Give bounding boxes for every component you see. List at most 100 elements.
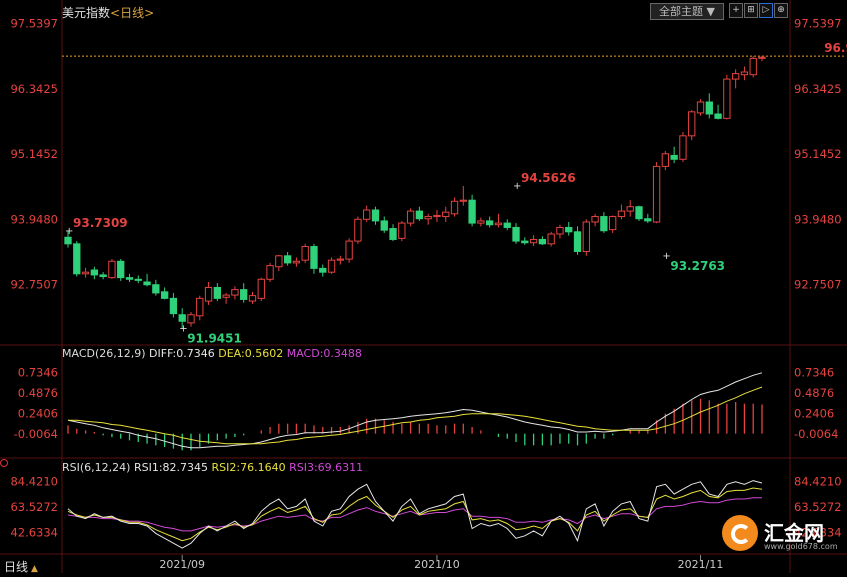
candle-down [371, 209, 380, 222]
candle-down [283, 255, 292, 264]
extreme-value-label: 91.9451 [187, 332, 242, 346]
theme-dropdown-button[interactable]: 全部主题 ▼ [650, 3, 724, 20]
chart-window: 2021/09 2021/10 2021/11 97.5397 97.5397 96.34… [0, 0, 847, 575]
candle-down [705, 101, 713, 115]
candle-up [679, 135, 687, 160]
candle-up [696, 101, 705, 114]
macd-right-tick: 0.4876 [794, 386, 834, 400]
crosshair-icon[interactable]: + [729, 3, 743, 18]
candle-down [644, 218, 652, 222]
candle-down [635, 206, 643, 220]
rsi-right-tick: 84.4210 [794, 474, 842, 488]
candle-up [556, 226, 564, 235]
candle-up [196, 297, 204, 317]
candle-up [661, 153, 670, 167]
candle-up [327, 259, 336, 273]
candle-up [354, 218, 362, 242]
candle-down [380, 220, 388, 231]
candle-up [494, 222, 503, 226]
candle-down [134, 278, 142, 281]
candle-down [64, 236, 72, 245]
candle-down [143, 281, 151, 286]
candle-up [222, 294, 230, 298]
candle-up [591, 216, 599, 223]
candle-up [740, 71, 749, 76]
candle-down [538, 238, 547, 245]
price-right-tick: 93.9480 [794, 212, 842, 226]
candle-down [319, 267, 327, 273]
scroll-right-icon[interactable]: ▷ [759, 3, 773, 18]
extreme-value-label: 96.9403 [824, 41, 847, 55]
candle-up [529, 238, 538, 244]
gold678-logo: 汇金网 www.gold678.com [722, 515, 842, 555]
candle-down [213, 286, 222, 299]
candle-up [292, 260, 301, 264]
macd-dea-value: DEA:0.5602 [218, 347, 284, 360]
candle-up [608, 216, 617, 231]
candle-up [81, 271, 90, 275]
candle-up [257, 278, 265, 299]
price-right-tick: 92.7507 [794, 278, 842, 292]
candle-down [468, 199, 476, 224]
candle-up [266, 265, 274, 280]
rsi3-line [67, 497, 762, 532]
candle-up [758, 56, 766, 59]
logo-url: www.gold678.com [764, 542, 838, 551]
macd-right-tick: 0.2406 [794, 407, 834, 421]
rsi-params: RSI(6,12,24) [62, 461, 131, 474]
rsi1-value: RSI1:82.7345 [133, 461, 209, 474]
extreme-value-label: 93.7309 [73, 216, 128, 230]
candle-down [178, 314, 186, 322]
candle-up [424, 216, 432, 220]
period-tab[interactable]: 日线 ▲ [4, 558, 38, 575]
candle-up [442, 211, 450, 218]
rsi3-value: RSI3:69.6311 [289, 461, 364, 474]
candle-down [99, 274, 107, 278]
candle-up [204, 286, 213, 302]
theme-button-label: 全部主题 [659, 5, 704, 18]
candle-down [600, 216, 608, 232]
macd-left-tick: -0.0064 [14, 427, 58, 441]
candle-up [345, 240, 353, 260]
candle-down [415, 210, 424, 220]
candle-up [363, 209, 371, 220]
candle-up [108, 260, 116, 279]
candle-down [152, 284, 160, 294]
candle-up [275, 255, 283, 268]
instrument-name: 美元指数 [62, 6, 111, 20]
candle-up [301, 246, 309, 261]
candle-up [723, 78, 731, 119]
rsi-left-tick: 63.5272 [10, 500, 58, 514]
macd-params: MACD(26,12,9) [62, 347, 146, 360]
candle-up [688, 111, 696, 137]
candle-down [240, 289, 248, 300]
chart-canvas[interactable]: 2021/09 2021/10 2021/11 97.5397 97.5397 96.34… [0, 0, 847, 573]
chart-title: 美元指数<日线> [62, 4, 154, 21]
rsi-right-tick: 63.5272 [794, 500, 842, 514]
candle-down [512, 226, 520, 242]
candle-down [670, 154, 678, 160]
candle-up [749, 57, 757, 76]
macd-left-tick: 0.4876 [18, 386, 58, 400]
candle-up [731, 73, 740, 80]
candle-down [160, 291, 169, 299]
candle-up [398, 222, 406, 239]
period-label[interactable]: <日线> [110, 6, 154, 20]
macd-left-tick: 0.2406 [18, 407, 58, 421]
rsi2-value: RSI2:76.1640 [211, 461, 286, 474]
macd-right-tick: 0.7346 [794, 365, 834, 379]
zoom-fit-icon[interactable]: ⊞ [744, 3, 758, 18]
price-right-tick: 95.1452 [794, 147, 842, 161]
zoom-in-icon[interactable]: ⊕ [774, 3, 788, 18]
candle-down [503, 222, 511, 228]
x-tick-label: 2021/09 [159, 558, 205, 571]
candle-down [125, 277, 134, 280]
macd-left-tick: 0.7346 [18, 365, 58, 379]
candle-down [117, 260, 125, 279]
price-right-tick: 96.3425 [794, 82, 842, 96]
logo-mark-icon [722, 515, 758, 551]
candle-up [231, 289, 239, 296]
price-left-tick: 93.9480 [10, 212, 58, 226]
macd-diff-line [67, 372, 763, 449]
candle-up [248, 295, 257, 302]
